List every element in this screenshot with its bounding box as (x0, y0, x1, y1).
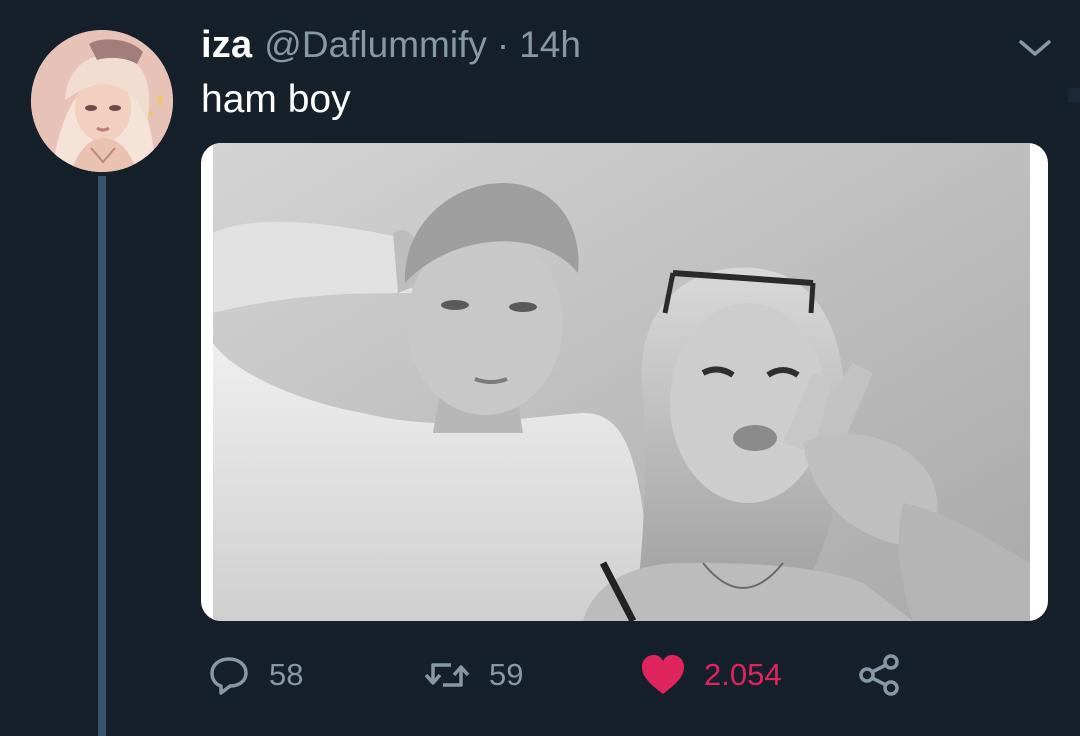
user-handle[interactable]: @Daflummify (264, 24, 487, 66)
avatar-illustration (31, 30, 173, 172)
tweet-actions: 58 59 2.054 (0, 650, 1080, 700)
tweet-media[interactable] (201, 143, 1048, 621)
display-name[interactable]: iza (201, 24, 252, 67)
photo[interactable] (213, 143, 1030, 621)
reply-icon (210, 657, 248, 695)
reply-count: 58 (269, 657, 304, 692)
retweet-button[interactable]: 59 (423, 650, 523, 700)
tweet-text: ham boy (201, 78, 351, 121)
chevron-down-icon (1019, 40, 1051, 56)
reply-button[interactable]: 58 (207, 650, 303, 700)
separator-dot: · (496, 24, 510, 65)
retweet-count: 59 (489, 657, 524, 692)
avatar[interactable] (31, 30, 173, 172)
heart-icon (642, 655, 684, 694)
tweet-menu-button[interactable] (1016, 34, 1054, 62)
timestamp[interactable]: 14h (519, 24, 581, 66)
scroll-indicator (1068, 88, 1080, 102)
photo-image (213, 143, 1030, 621)
share-icon (859, 654, 899, 696)
like-button[interactable]: 2.054 (640, 650, 782, 700)
tweet-header: iza @Daflummify · 14h (201, 24, 581, 74)
retweet-icon (424, 663, 470, 687)
like-count: 2.054 (704, 657, 782, 692)
share-button[interactable] (858, 650, 902, 700)
